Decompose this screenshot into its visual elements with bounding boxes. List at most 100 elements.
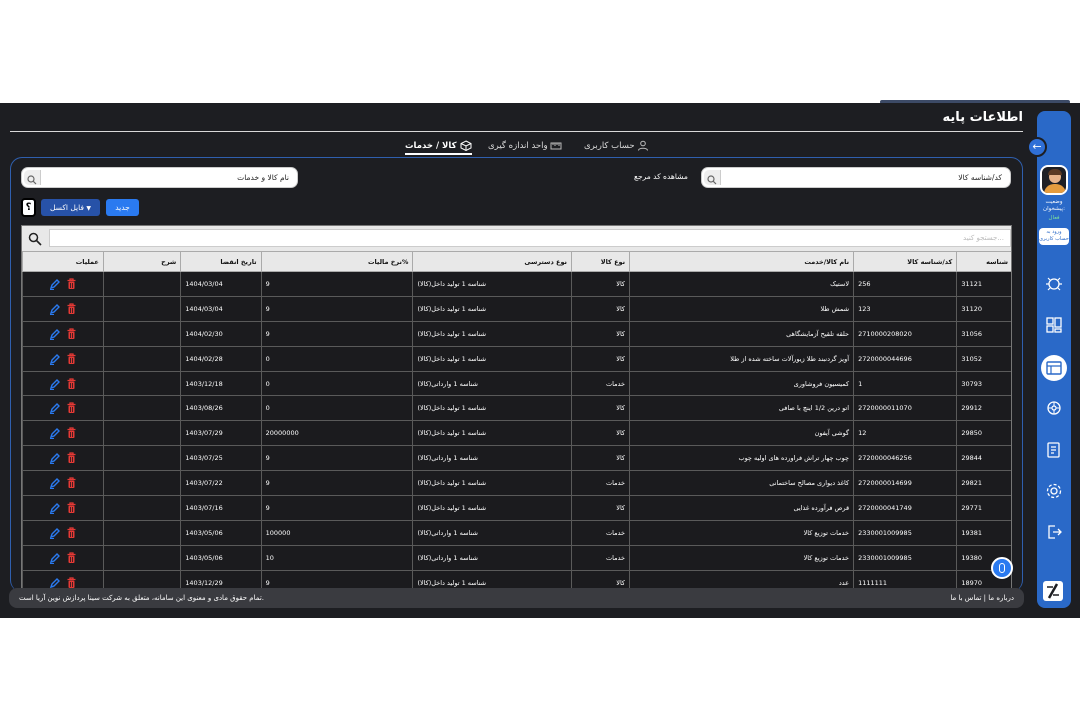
edit-icon[interactable] <box>49 303 60 315</box>
table-cell: 31120 <box>956 295 1011 322</box>
delete-icon[interactable] <box>66 303 77 315</box>
login-account-button[interactable]: ورود به حساب کاربری <box>1039 228 1069 245</box>
table-cell: شناسه 1 وارداتی(کالا) <box>412 445 573 472</box>
tab-user-account[interactable]: حساب کاربری <box>584 140 649 151</box>
excel-file-button[interactable]: فایل اکسل ▼ <box>41 199 100 216</box>
settings-icon[interactable] <box>1045 482 1063 500</box>
network-icon[interactable] <box>1045 399 1063 417</box>
column-header[interactable]: کد/شناسه کالا <box>853 251 958 272</box>
table-row[interactable]: 31121 256 لاستیک کالا شناسه 1 تولید داخل(کال… <box>22 271 1011 297</box>
row-actions <box>22 295 104 322</box>
table-row[interactable]: 31120 123 شمش طلا کالا شناسه 1 تولید داخل(کا… <box>22 295 1011 322</box>
bug-icon[interactable] <box>1045 275 1063 293</box>
table-cell: 2720000011070 <box>853 395 958 422</box>
table-cell: 29844 <box>956 445 1011 472</box>
help-button[interactable]: ؟ <box>21 198 36 217</box>
counter-status-label: وضعیت پیشخوان: <box>1043 199 1065 212</box>
column-header[interactable]: نوع دسترسی <box>412 251 573 272</box>
edit-icon[interactable] <box>49 353 60 365</box>
delete-icon[interactable] <box>66 502 77 514</box>
column-header[interactable]: تاریخ انقضا <box>180 251 262 272</box>
table-cell: 2330001009985 <box>853 519 958 546</box>
edit-icon[interactable] <box>49 427 60 440</box>
table-cell: 29771 <box>956 495 1011 521</box>
delete-icon[interactable] <box>66 377 77 390</box>
table-cell: 123 <box>853 295 958 322</box>
brand-logo <box>1043 581 1063 601</box>
edit-icon[interactable] <box>49 552 60 564</box>
table-row[interactable]: 31056 2710000208020 حلقه تلقیح آزمایشگاهی ک… <box>22 320 1011 347</box>
avatar[interactable] <box>1040 165 1068 195</box>
table-filter-input[interactable]: جستجو کنید... <box>49 229 1011 247</box>
edit-icon[interactable] <box>49 278 60 291</box>
edit-icon[interactable] <box>49 577 60 589</box>
table-row[interactable]: 19381 2330001009985 خدمات توزیع کالا خدمات ش… <box>22 519 1011 546</box>
delete-icon[interactable] <box>66 576 77 589</box>
table-cell: 20000000 <box>260 420 414 447</box>
counter-status-value: فعال <box>1048 215 1060 221</box>
table-cell <box>102 470 182 497</box>
edit-icon[interactable] <box>49 502 60 515</box>
edit-icon[interactable] <box>49 452 60 465</box>
table-row[interactable]: 30793 1 کمیسیون فروشاوری خدمات شناسه 1 واردا… <box>22 370 1011 397</box>
table-cell: شناسه 1 تولید داخل(کالا) <box>412 470 573 497</box>
table-cell: 1403/07/29 <box>180 420 262 447</box>
tab-goods-services-label: کالا / خدمات <box>405 141 457 151</box>
delete-icon[interactable] <box>66 552 77 564</box>
table-cell: کالا <box>571 445 631 472</box>
table-cell <box>102 370 182 397</box>
column-header[interactable]: نام کالا/خدمت <box>629 251 855 272</box>
row-actions <box>22 320 104 347</box>
edit-icon[interactable] <box>49 402 60 415</box>
column-header[interactable]: نوع کالا <box>571 251 631 272</box>
column-header[interactable]: %نرخ مالیات <box>260 251 414 272</box>
edit-icon[interactable] <box>49 477 60 490</box>
table-cell: 9 <box>260 470 414 497</box>
sidebar-collapse-button[interactable]: ← <box>1027 137 1047 157</box>
search-icon[interactable] <box>24 170 41 185</box>
table-row[interactable]: 29771 2720000041749 قرص فرآورده غذایی کالا ش… <box>22 495 1011 521</box>
column-header[interactable]: شناسه <box>956 251 1011 272</box>
name-search-field[interactable]: نام کالا و خدمات <box>21 167 298 188</box>
tab-goods-services[interactable]: کالا / خدمات <box>405 140 472 155</box>
table-cell: شناسه 1 وارداتی(کالا) <box>412 370 573 397</box>
delete-icon[interactable] <box>66 452 77 464</box>
table-cell: 9 <box>260 495 414 521</box>
column-header[interactable]: شرح <box>102 251 182 272</box>
scroll-mouse-button[interactable] <box>991 557 1013 579</box>
search-icon[interactable] <box>704 170 721 185</box>
new-button[interactable]: جدید <box>106 199 139 216</box>
table-row[interactable]: 29844 2720000046256 چوب چهار تراش فراورده … <box>22 445 1011 472</box>
view-reference-code-label[interactable]: مشاهده کد مرجع <box>634 172 688 181</box>
table-cell: شناسه 1 وارداتی(کالا) <box>412 519 573 546</box>
delete-icon[interactable] <box>66 527 77 539</box>
delete-icon[interactable] <box>66 427 77 439</box>
dashboard-icon[interactable] <box>1045 316 1063 334</box>
scale-icon <box>550 141 562 151</box>
code-search-field[interactable]: کد/شناسه کالا <box>701 167 1011 188</box>
edit-icon[interactable] <box>49 527 60 539</box>
table-cell: قرص فرآورده غذایی <box>629 495 855 521</box>
base-info-icon[interactable] <box>1045 359 1063 377</box>
table-cell: 9 <box>260 271 414 297</box>
table-row[interactable]: 19380 2330001009985 خدمات توزیع کالا خدمات ش… <box>22 544 1011 571</box>
delete-icon[interactable] <box>66 352 77 365</box>
table-row[interactable]: 29912 2720000011070 اتو درین 1/2 اینچ با ص… <box>22 395 1011 422</box>
table-row[interactable]: 29821 2720000014699 کاغذ دیواری مصالح ساخت… <box>22 470 1011 497</box>
tab-measurement-unit[interactable]: واحد اندازه گیری <box>488 140 562 151</box>
edit-icon[interactable] <box>49 378 60 390</box>
edit-icon[interactable] <box>49 328 60 340</box>
delete-icon[interactable] <box>66 402 77 414</box>
row-actions <box>22 370 104 397</box>
delete-icon[interactable] <box>66 477 77 489</box>
table-row[interactable]: 29850 12 گوشی آیفون کالا شناسه 1 تولید داخل(… <box>22 420 1011 447</box>
delete-icon[interactable] <box>66 328 77 340</box>
footer-links[interactable]: درباره ما | تماس با ما <box>950 594 1014 602</box>
table-row[interactable]: 31052 2720000044696 آویز گردنبند طلا زیورآ… <box>22 345 1011 372</box>
logout-icon[interactable] <box>1045 523 1063 541</box>
table-cell: 9 <box>260 445 414 472</box>
delete-icon[interactable] <box>66 278 77 290</box>
table-cell: 1404/03/04 <box>180 295 262 322</box>
invoice-icon[interactable] <box>1045 441 1063 459</box>
search-icon[interactable] <box>28 231 42 246</box>
